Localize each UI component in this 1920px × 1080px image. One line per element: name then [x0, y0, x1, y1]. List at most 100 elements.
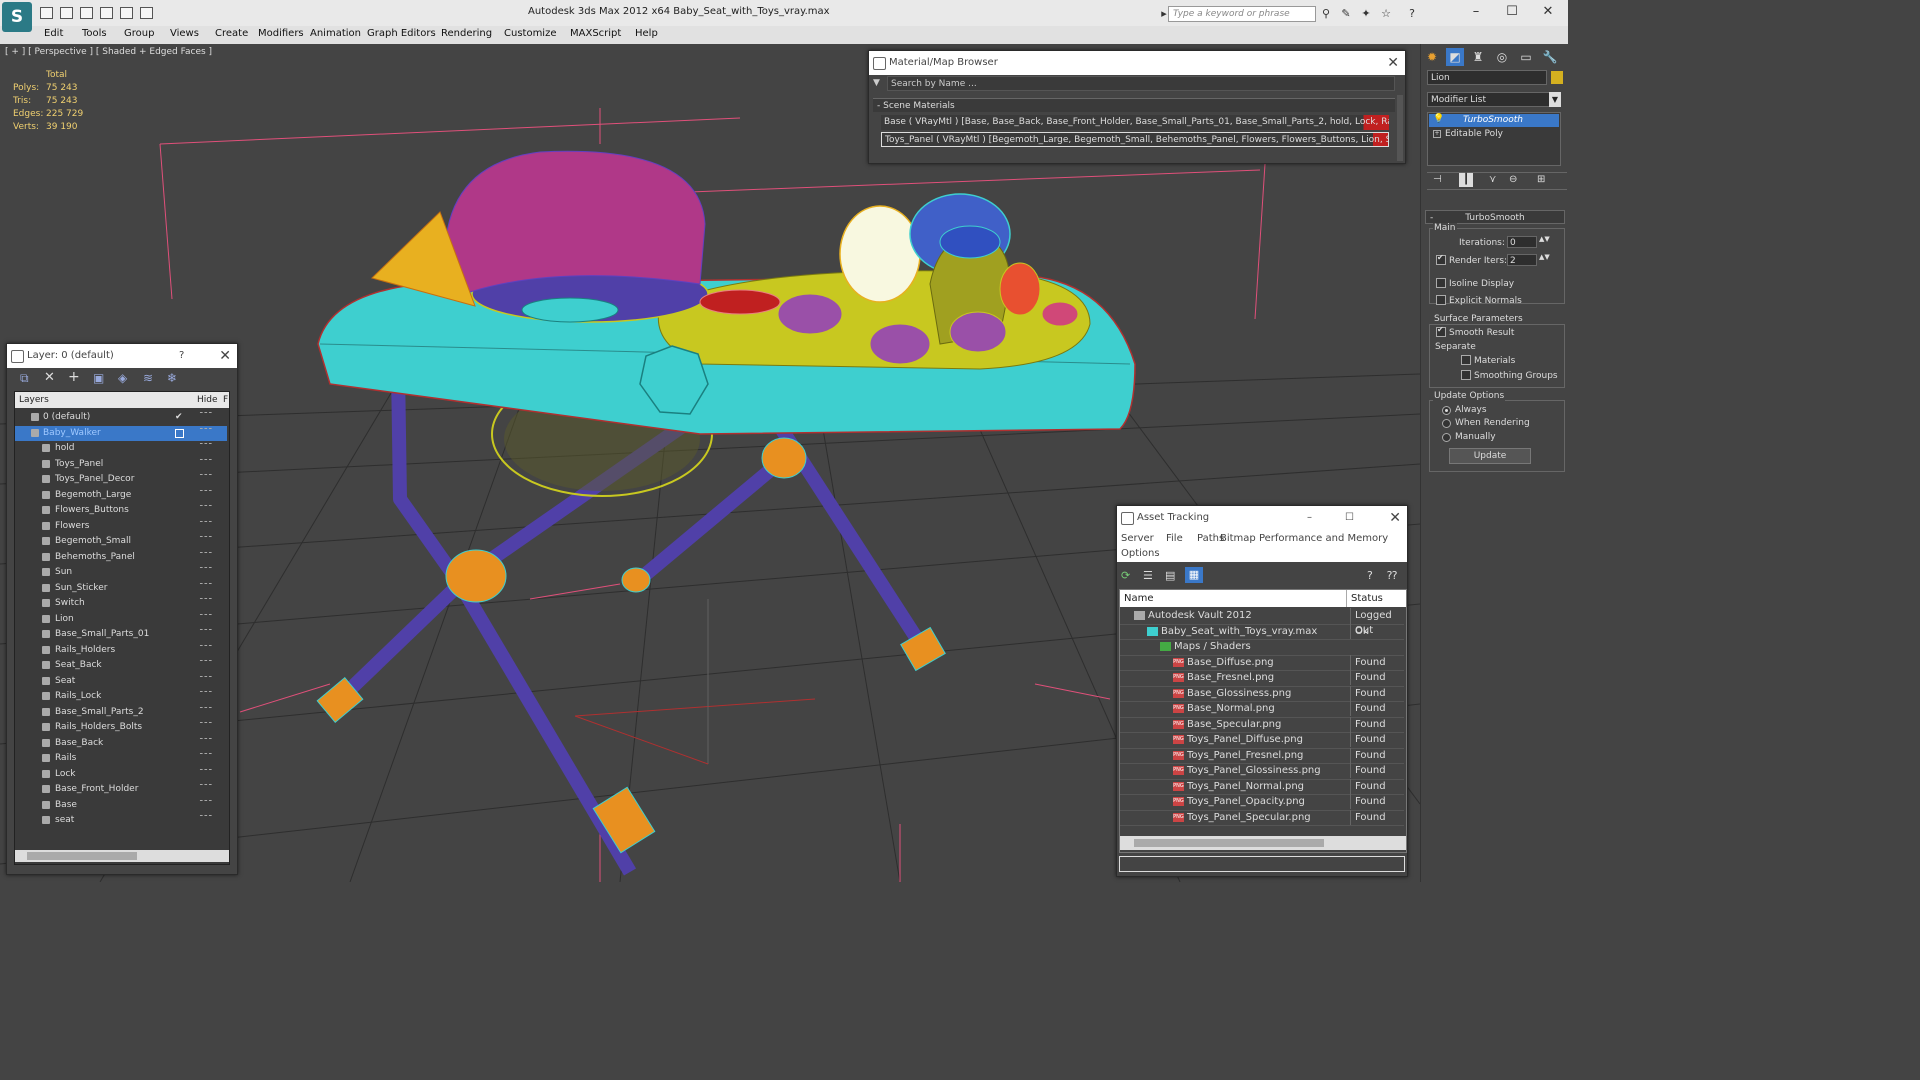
- isoline-display-checkbox[interactable]: [1436, 278, 1446, 288]
- update-button[interactable]: Update: [1449, 448, 1531, 464]
- layer-object-row[interactable]: Seat_Back ⁃⁃⁃: [15, 655, 227, 673]
- hide-toggle[interactable]: ⁃⁃⁃: [199, 423, 213, 438]
- hide-toggle[interactable]: ⁃⁃⁃: [199, 702, 213, 717]
- menu-customize[interactable]: Customize: [504, 28, 557, 39]
- asset-row[interactable]: PNG Base_Normal.png Found: [1120, 701, 1404, 718]
- hide-column-header[interactable]: Hide: [197, 392, 218, 408]
- hide-toggle[interactable]: ⁃⁃⁃: [199, 609, 213, 624]
- hide-toggle[interactable]: ⁃⁃⁃: [199, 686, 213, 701]
- hide-toggle[interactable]: ⁃⁃⁃: [199, 717, 213, 732]
- asset-horizontal-scrollbar[interactable]: [1120, 836, 1406, 850]
- hide-toggle[interactable]: ⁃⁃⁃: [199, 748, 213, 763]
- object-name-field[interactable]: Lion: [1427, 70, 1547, 85]
- remove-modifier-icon[interactable]: ⊖: [1509, 174, 1517, 185]
- menu-tools[interactable]: Tools: [82, 28, 107, 39]
- asset-row[interactable]: Baby_Seat_with_Toys_vray.max Ok: [1120, 623, 1404, 640]
- make-unique-icon[interactable]: ⋎: [1489, 174, 1496, 185]
- modifier-list-chevron-down-icon[interactable]: ▼: [1549, 92, 1561, 107]
- scene-materials-group[interactable]: - Scene Materials: [873, 98, 1395, 112]
- stack-light-bulb-icon[interactable]: 💡: [1433, 114, 1444, 124]
- asset-row[interactable]: PNG Base_Fresnel.png Found: [1120, 670, 1404, 687]
- hide-toggle[interactable]: ⁃⁃⁃: [199, 516, 213, 531]
- asset-row[interactable]: PNG Base_Diffuse.png Found: [1120, 654, 1404, 671]
- asset-menu-bitmap-performance[interactable]: Bitmap Performance and Memory: [1220, 533, 1388, 544]
- stack-item-editable-poly[interactable]: + Editable Poly: [1429, 128, 1559, 141]
- render-iters-checkbox[interactable]: [1436, 253, 1446, 265]
- hide-toggle[interactable]: ⁃⁃⁃: [199, 454, 213, 469]
- asset-row[interactable]: Maps / Shaders: [1120, 639, 1404, 656]
- hide-toggle[interactable]: ⁃⁃⁃: [199, 531, 213, 546]
- show-end-result-icon[interactable]: ┃: [1459, 173, 1473, 187]
- layer-object-row[interactable]: Base_Small_Parts_2 ⁃⁃⁃: [15, 702, 227, 720]
- menu-create[interactable]: Create: [215, 28, 248, 39]
- menu-views[interactable]: Views: [170, 28, 199, 39]
- layer-object-row[interactable]: Begemoth_Small ⁃⁃⁃: [15, 531, 227, 549]
- layer-object-row[interactable]: Lock ⁃⁃⁃: [15, 764, 227, 782]
- asset-context-help-icon[interactable]: ⁇: [1387, 569, 1397, 582]
- smoothing-groups-checkbox[interactable]: [1461, 370, 1471, 380]
- layer-scroll-thumb[interactable]: [27, 852, 137, 860]
- layer-object-row[interactable]: Behemoths_Panel ⁃⁃⁃: [15, 547, 227, 565]
- layer-window-close-icon[interactable]: ✕: [219, 344, 231, 368]
- stack-item-turbosmooth[interactable]: 💡 TurboSmooth: [1429, 114, 1559, 127]
- menu-edit[interactable]: Edit: [44, 28, 63, 39]
- layer-object-row[interactable]: Base_Front_Holder ⁃⁃⁃: [15, 779, 227, 797]
- quick-access-dropdown-icon[interactable]: [140, 7, 153, 19]
- application-menu-logo-icon[interactable]: S: [2, 2, 32, 32]
- refresh-icon[interactable]: ⟳: [1121, 569, 1130, 582]
- minimize-icon[interactable]: –: [1458, 3, 1494, 21]
- hide-toggle[interactable]: ⁃⁃⁃: [199, 640, 213, 655]
- hide-toggle[interactable]: ⁃⁃⁃: [199, 438, 213, 453]
- menu-maxscript[interactable]: MAXScript: [570, 28, 621, 39]
- asset-tracking-close-icon[interactable]: ✕: [1389, 506, 1401, 530]
- binoculars-icon[interactable]: ⚲: [1320, 8, 1332, 20]
- browser-options-arrow-icon[interactable]: ▼: [873, 78, 887, 90]
- asset-menu-options[interactable]: Options: [1121, 548, 1160, 559]
- layer-object-row[interactable]: Flowers_Buttons ⁃⁃⁃: [15, 502, 227, 518]
- layer-object-row[interactable]: Toys_Panel_Decor ⁃⁃⁃: [15, 471, 227, 487]
- hide-toggle[interactable]: ⁃⁃⁃: [199, 795, 213, 810]
- stack-expand-plus-icon[interactable]: +: [1433, 130, 1441, 138]
- hide-toggle[interactable]: ⁃⁃⁃: [199, 764, 213, 779]
- layer-row[interactable]: 0 (default) ✔ ⁃⁃⁃: [15, 407, 227, 425]
- hide-toggle[interactable]: ⁃⁃⁃: [199, 485, 213, 500]
- material-row-base[interactable]: Base ( VRayMtl ) [Base, Base_Back, Base_…: [881, 115, 1389, 130]
- hide-toggle[interactable]: ⁃⁃⁃: [199, 779, 213, 794]
- asset-minimize-icon[interactable]: –: [1307, 506, 1312, 530]
- maximize-icon[interactable]: ☐: [1494, 3, 1530, 21]
- material-search-input[interactable]: Search by Name ...: [887, 76, 1395, 91]
- layer-object-row[interactable]: Base_Small_Parts_01 ⁃⁃⁃: [15, 626, 227, 642]
- layer-object-row[interactable]: Toys_Panel ⁃⁃⁃: [15, 454, 227, 472]
- hide-toggle[interactable]: ⁃⁃⁃: [199, 547, 213, 562]
- modify-tab-icon[interactable]: ◩: [1446, 48, 1464, 66]
- freeze-column-header[interactable]: F: [223, 392, 228, 408]
- close-icon[interactable]: ✕: [1530, 3, 1566, 21]
- display-tab-icon[interactable]: ▭: [1517, 48, 1535, 66]
- configure-sets-icon[interactable]: ⊞: [1537, 174, 1545, 185]
- layer-object-row[interactable]: Lion ⁃⁃⁃: [15, 609, 227, 627]
- hide-toggle[interactable]: ⁃⁃⁃: [199, 562, 213, 577]
- viewport-label-menu[interactable]: [ + ] [ Perspective ] [ Shaded + Edged F…: [5, 47, 212, 57]
- menu-modifiers[interactable]: Modifiers: [258, 28, 304, 39]
- menu-group[interactable]: Group: [124, 28, 154, 39]
- layer-object-row[interactable]: Base_Back ⁃⁃⁃: [15, 733, 227, 751]
- current-layer-toggle-icon[interactable]: [175, 428, 184, 438]
- asset-status-column-header[interactable]: Status: [1346, 590, 1383, 607]
- hide-toggle[interactable]: ⁃⁃⁃: [199, 407, 213, 422]
- asset-row[interactable]: PNG Base_Glossiness.png Found: [1120, 685, 1404, 702]
- when-rendering-radio[interactable]: [1442, 419, 1451, 428]
- thumbnail-view-icon[interactable]: ▤: [1165, 569, 1175, 582]
- layer-object-row[interactable]: Flowers ⁃⁃⁃: [15, 516, 227, 534]
- layer-object-row[interactable]: hold ⁃⁃⁃: [15, 438, 227, 456]
- menu-help[interactable]: Help: [635, 28, 658, 39]
- asset-tracking-titlebar[interactable]: Asset Tracking – ☐ ✕: [1117, 506, 1407, 530]
- redo-icon[interactable]: [100, 7, 113, 19]
- delete-layer-icon[interactable]: ✕: [44, 370, 55, 385]
- hide-toggle[interactable]: ⁃⁃⁃: [199, 655, 213, 670]
- material-row-toys-panel[interactable]: Toys_Panel ( VRayMtl ) [Begemoth_Large, …: [881, 132, 1389, 147]
- freeze-all-layers-icon[interactable]: ❄: [167, 371, 177, 385]
- layer-object-row[interactable]: Rails_Holders_Bolts ⁃⁃⁃: [15, 717, 227, 735]
- save-file-icon[interactable]: [60, 7, 73, 19]
- hide-toggle[interactable]: ⁃⁃⁃: [199, 810, 213, 825]
- hide-toggle[interactable]: ⁃⁃⁃: [199, 733, 213, 748]
